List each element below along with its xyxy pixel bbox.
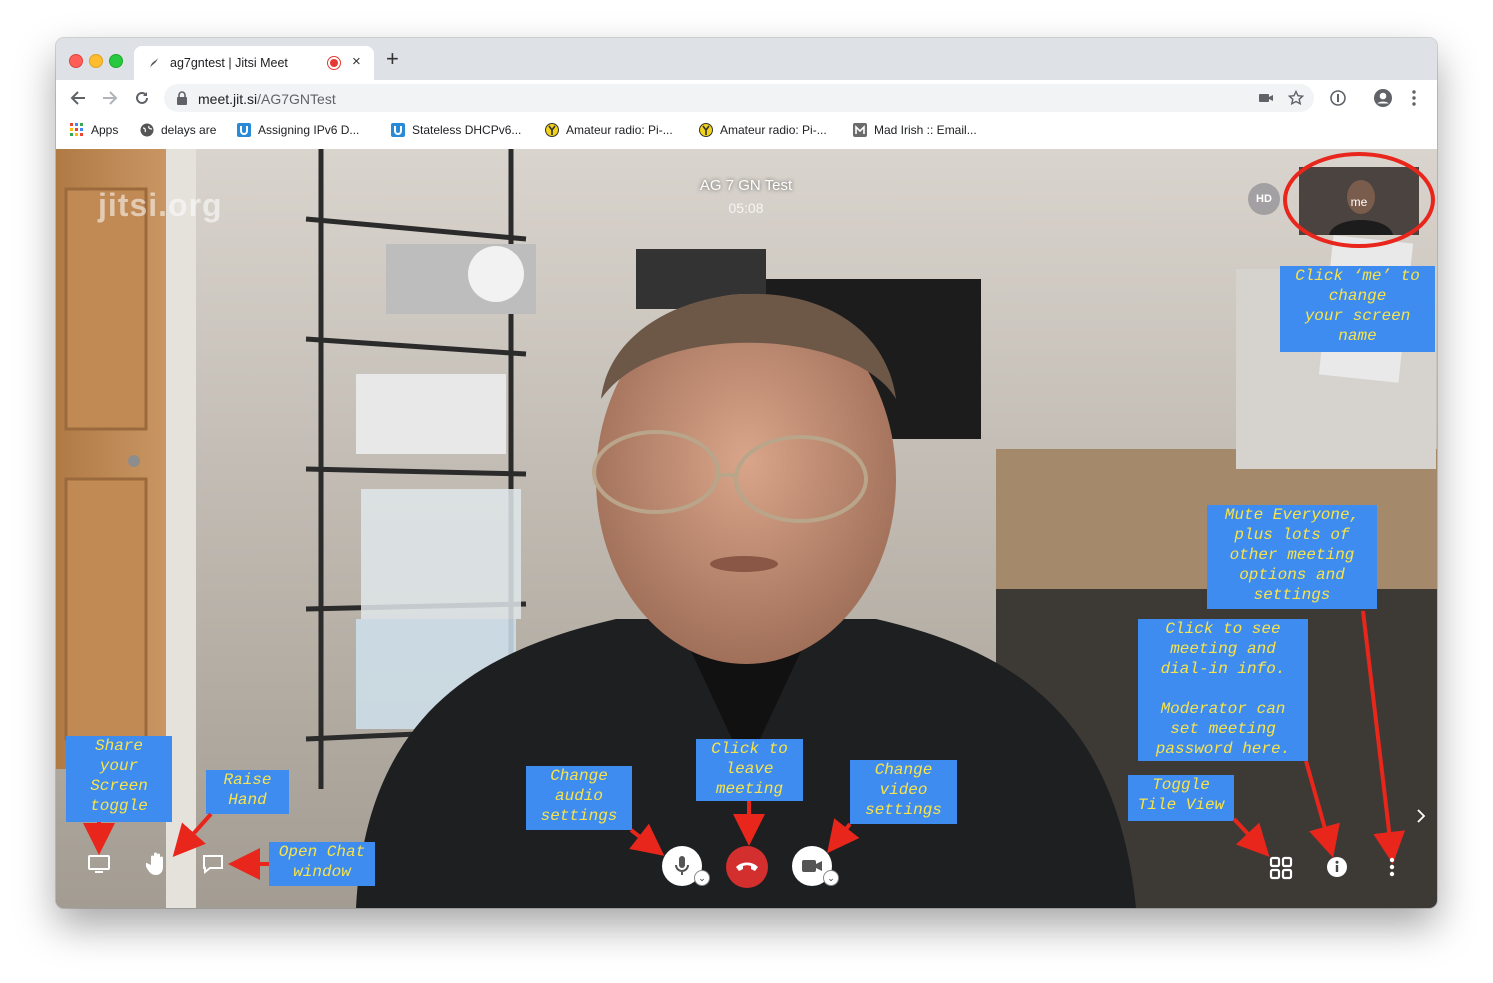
annotation-arrows [83,610,1406,880]
address-bar[interactable]: meet.jit.si/AG7GNTest [164,84,1314,112]
camera-button[interactable]: ⌄ [792,846,839,886]
meeting-stage: jitsi.org AG 7 GN Test 05:08 HD me Click… [56,149,1437,908]
jitsi-favicon-icon [146,55,162,71]
close-window-button[interactable] [69,54,83,68]
share-screen-button[interactable] [86,852,112,876]
star-bookmark-icon[interactable] [1288,90,1304,106]
bookmark-stateless-dhcpv6[interactable]: Stateless DHCPv6... [391,123,521,137]
minimize-window-button[interactable] [89,54,103,68]
microphone-icon [675,856,689,875]
info-icon [1327,857,1347,877]
globe-icon [140,123,154,137]
bookmark-amateur-radio-2[interactable]: Amateur radio: Pi-... [699,123,827,137]
m-badge-icon [853,123,867,137]
hangup-phone-icon [736,862,758,871]
bookmark-delays[interactable]: delays are [140,123,216,137]
back-icon[interactable] [68,88,88,108]
u-badge-icon [237,123,251,137]
raise-hand-button[interactable] [144,849,170,879]
bookmarks-bar: Apps delays are Assigning IPv6 D... Stat… [56,116,1437,150]
browser-window: ag7gntest | Jitsi Meet × + meet.jit.si/A… [56,38,1437,908]
yellow-y-icon [545,123,559,137]
hangup-button[interactable] [726,846,768,888]
zoom-window-button[interactable] [109,54,123,68]
video-camera-icon [802,860,822,872]
tab-strip: ag7gntest | Jitsi Meet × + [56,38,1437,80]
apps-grid-icon [70,123,84,137]
meeting-info-button[interactable] [1324,854,1350,880]
forward-icon[interactable] [100,88,120,108]
screen-share-icon [88,855,110,873]
profile-avatar-icon[interactable] [1372,87,1394,109]
hand-icon [146,852,163,875]
bookmark-mad-irish[interactable]: Mad Irish :: Email... [853,123,977,137]
vertical-dots-icon [1389,857,1395,877]
bookmark-assigning-ipv6[interactable]: Assigning IPv6 D... [237,123,359,137]
new-tab-button[interactable]: + [386,48,399,70]
extension-icon[interactable] [1328,88,1348,108]
bookmark-apps[interactable]: Apps [70,123,118,137]
recording-indicator-icon [330,59,338,67]
tile-view-button[interactable] [1267,854,1295,882]
url-text: meet.jit.si/AG7GNTest [198,91,336,107]
chevron-right-icon[interactable] [1416,809,1426,823]
camera-in-use-icon[interactable] [1258,91,1274,105]
video-settings-chevron-icon[interactable]: ⌄ [823,870,839,886]
u-badge-icon [391,123,405,137]
browser-toolbar: meet.jit.si/AG7GNTest [56,80,1437,116]
chrome-menu-icon[interactable] [1406,88,1422,108]
reload-icon[interactable] [132,88,152,108]
tile-grid-icon [1269,856,1293,880]
yellow-y-icon [699,123,713,137]
tab-title: ag7gntest | Jitsi Meet [170,56,288,70]
tab-close-button[interactable]: × [352,53,361,70]
lock-icon [176,91,188,105]
audio-settings-chevron-icon[interactable]: ⌄ [694,870,710,886]
open-chat-button[interactable] [200,852,226,876]
more-options-button[interactable] [1382,854,1402,880]
tab-jitsi-meet[interactable]: ag7gntest | Jitsi Meet × [134,46,374,80]
chat-icon [203,855,223,874]
microphone-button[interactable]: ⌄ [662,846,710,886]
bookmark-amateur-radio-1[interactable]: Amateur radio: Pi-... [545,123,673,137]
